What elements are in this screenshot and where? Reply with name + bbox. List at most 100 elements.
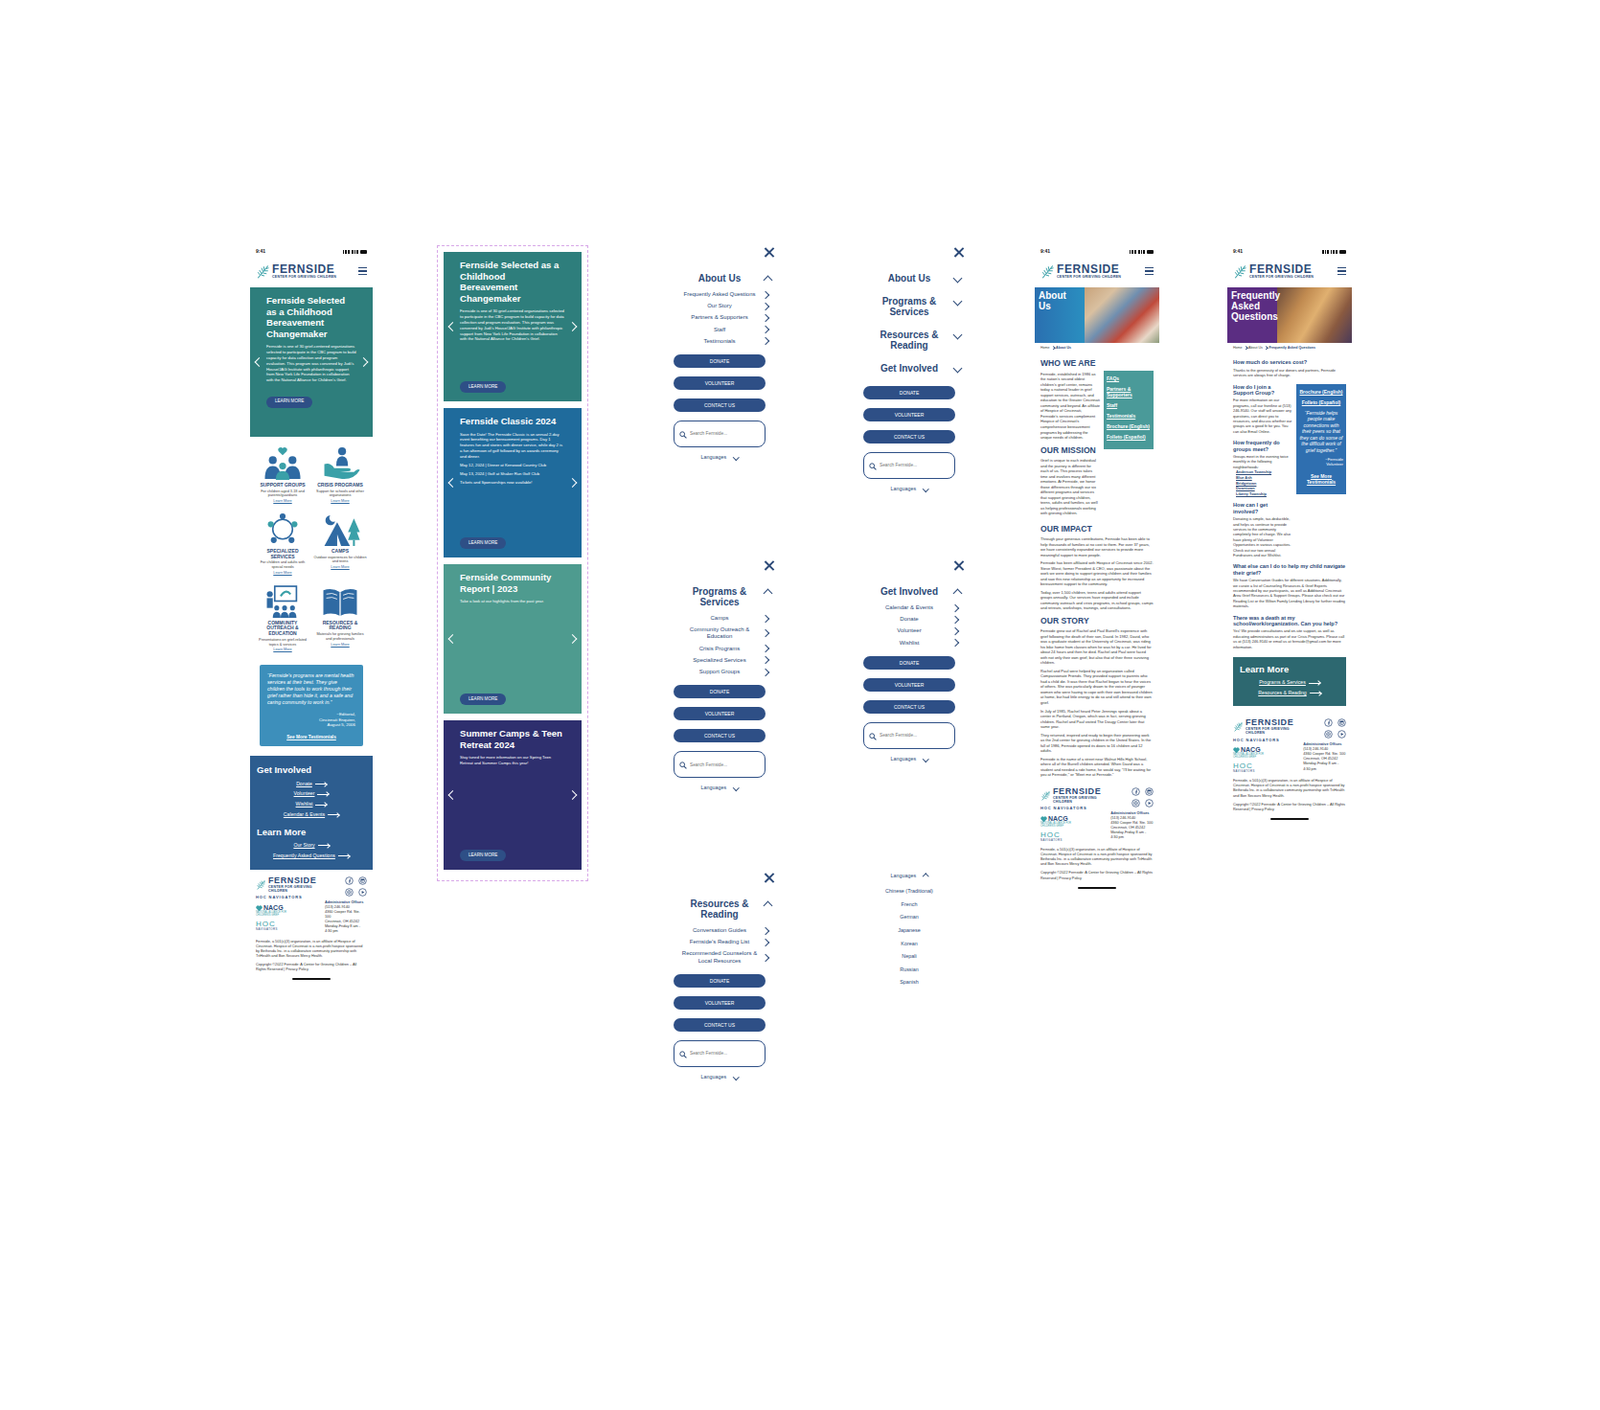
service-link[interactable]: Learn More [313,565,367,572]
section-label[interactable]: About Us [866,273,953,284]
menu-button[interactable]: VOLUNTEER [673,707,766,721]
menu-button[interactable]: CONTACT US [673,729,766,743]
menu-icon[interactable] [1337,267,1347,275]
service-card[interactable]: SPECIALIZED SERVICESFor children and adu… [255,512,310,577]
languages-label[interactable]: Languages [890,754,916,763]
sidebar-link[interactable]: Brochure (English) [1106,423,1151,430]
neighborhood-link[interactable]: Blue Ash [1233,475,1293,481]
service-link[interactable]: Learn More [313,642,367,649]
menu-item[interactable]: Recommended Counselors & Local Resources [662,950,777,964]
breadcrumb-item[interactable]: Home [1233,345,1243,351]
menu-button[interactable]: CONTACT US [673,398,766,412]
menu-button[interactable]: VOLUNTEER [673,996,766,1010]
learn-more-button[interactable]: LEARN MORE [266,396,313,409]
menu-item[interactable]: Conversation Guides [662,927,777,935]
menu-button[interactable]: DONATE [863,656,956,670]
fernside-logo[interactable]: FERNSIDECENTER FOR GRIEVING CHILDREN [1040,787,1107,805]
get-involved-link-text[interactable]: Wishlist [296,800,314,809]
menu-item-label[interactable]: Our Story [707,302,732,309]
service-link[interactable]: Learn More [255,647,310,654]
learn-more-button[interactable]: LEARN MORE [459,381,506,393]
language-option[interactable]: Spanish [852,978,966,986]
languages-toggle[interactable]: Languages [662,783,777,792]
language-option[interactable]: French [852,900,966,909]
prev-arrow-icon[interactable] [448,634,458,644]
linkedin-icon[interactable] [358,876,367,886]
service-card[interactable]: RESOURCES & READINGMaterials for grievin… [313,584,367,654]
get-involved-link[interactable]: Wishlist [256,800,366,809]
fernside-logo[interactable]: FERNSIDECENTER FOR GRIEVING CHILDREN [255,876,321,894]
menu-button[interactable]: VOLUNTEER [863,678,956,692]
languages-label[interactable]: Languages [700,1073,727,1081]
menu-item-label[interactable]: Donate [899,616,918,622]
menu-item-label[interactable]: Fernside's Reading List [689,938,751,945]
search-input[interactable] [689,760,760,770]
chevron-icon[interactable] [732,1074,739,1080]
languages-toggle[interactable]: Languages [852,754,966,763]
chevron-icon[interactable] [953,274,963,284]
languages-label[interactable]: Languages [700,453,727,461]
prev-arrow-icon[interactable] [254,357,265,367]
sidebar-link[interactable]: Partners & Supporters [1106,386,1151,398]
menu-section[interactable]: Resources & Reading [852,329,966,351]
next-arrow-icon[interactable] [568,634,578,644]
section-label[interactable]: Get Involved [866,363,953,374]
menu-section[interactable]: About Us [852,273,966,284]
neighborhood-link[interactable]: Downtown [1233,485,1293,492]
chevron-icon[interactable] [763,901,774,912]
neighborhood-link[interactable]: Liberty Township [1233,491,1293,498]
learn-more-button[interactable]: LEARN MORE [459,849,506,862]
sidebar-link[interactable]: Staff [1106,402,1151,409]
menu-section[interactable]: Programs & Services [852,296,966,318]
neighborhood-link[interactable]: Bridgetown [1233,480,1293,487]
menu-item[interactable]: Donate [852,616,966,623]
neighborhood-link[interactable]: Anderson Township [1233,469,1293,476]
languages-toggle[interactable]: Languages [852,871,966,880]
menu-button[interactable]: DONATE [673,685,766,699]
service-link[interactable]: Learn More [255,499,310,505]
instagram-icon[interactable] [1131,799,1141,808]
chevron-icon[interactable] [732,454,739,460]
languages-toggle[interactable]: Languages [662,453,777,461]
menu-item-label[interactable]: Calendar & Events [885,604,934,611]
learn-more-button[interactable]: LEARN MORE [459,693,506,706]
menu-item-label[interactable]: Recommended Counselors & Local Resources [682,950,757,963]
menu-item-label[interactable]: Volunteer [896,627,921,634]
sidebar-link[interactable]: Testimonials [1106,412,1151,419]
menu-button[interactable]: DONATE [673,974,766,988]
search-field[interactable] [673,420,766,448]
menu-item[interactable]: Frequently Asked Questions [662,291,777,298]
languages-toggle[interactable]: Languages [852,484,966,493]
languages-label[interactable]: Languages [890,484,916,493]
menu-icon[interactable] [1144,267,1154,275]
menu-icon[interactable] [358,267,367,275]
instagram-icon[interactable] [1324,730,1333,739]
next-arrow-icon[interactable] [359,357,369,367]
prev-arrow-icon[interactable] [448,790,458,800]
section-label[interactable]: Resources & Reading [676,898,763,920]
menu-section[interactable]: Get Involved [852,363,966,374]
prev-arrow-icon[interactable] [448,478,458,488]
chevron-icon[interactable] [922,873,929,880]
facebook-icon[interactable] [1131,787,1141,797]
youtube-icon[interactable] [1337,730,1347,739]
learn-more-link-text[interactable]: Resources & Reading [1257,689,1306,698]
section-label[interactable]: About Us [676,273,763,284]
next-arrow-icon[interactable] [568,478,578,488]
chevron-icon[interactable] [732,784,739,791]
menu-item-label[interactable]: Staff [713,326,726,333]
prev-arrow-icon[interactable] [448,321,458,332]
menu-item[interactable]: Staff [662,326,777,334]
search-field[interactable] [863,722,956,750]
get-involved-link[interactable]: Volunteer [256,790,366,799]
fernside-logo[interactable]: FERNSIDECENTER FOR GRIEVING CHILDREN [1040,259,1121,283]
service-card[interactable]: CAMPSOutdoor experiences for children an… [313,512,367,577]
menu-item-label[interactable]: Community Outreach & Education [689,626,750,640]
language-option[interactable]: German [852,913,966,921]
testimonials-link[interactable]: See More Testimonials [1299,473,1344,485]
learn-more-button[interactable]: LEARN MORE [459,537,506,549]
menu-item-label[interactable]: Camps [709,615,729,621]
close-icon[interactable] [763,872,775,884]
language-option[interactable]: Chinese (Traditional) [852,887,966,895]
section-label[interactable]: Resources & Reading [866,329,953,351]
